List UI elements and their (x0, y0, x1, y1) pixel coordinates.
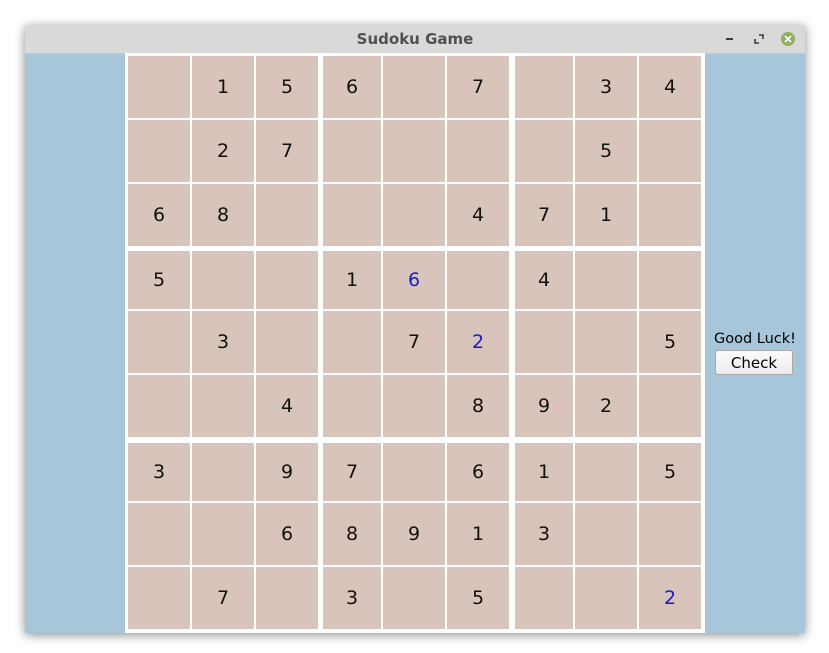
sudoku-cell[interactable]: 8 (192, 184, 254, 246)
sudoku-cell[interactable]: 4 (447, 184, 509, 246)
app-window: Sudoku Game 1567342756847151643725489239… (25, 25, 805, 633)
sudoku-cell[interactable]: 6 (256, 503, 318, 565)
sudoku-cell[interactable] (128, 120, 190, 182)
sudoku-cell[interactable]: 3 (192, 311, 254, 373)
sudoku-cell[interactable]: 7 (447, 56, 509, 118)
sudoku-cell[interactable]: 3 (515, 503, 573, 565)
sudoku-cell[interactable]: 9 (256, 443, 318, 501)
sudoku-cell[interactable] (323, 120, 381, 182)
sudoku-cell[interactable] (383, 443, 445, 501)
sudoku-cell[interactable] (575, 443, 637, 501)
sudoku-cell[interactable]: 3 (575, 56, 637, 118)
sudoku-cell[interactable]: 4 (639, 56, 701, 118)
sudoku-cell[interactable]: 7 (256, 120, 318, 182)
sudoku-cell[interactable] (192, 251, 254, 309)
sudoku-cell[interactable]: 7 (323, 443, 381, 501)
sudoku-cell[interactable]: 9 (383, 503, 445, 565)
sudoku-cell[interactable]: 7 (192, 567, 254, 629)
sudoku-cell[interactable] (383, 375, 445, 437)
sudoku-cell[interactable] (323, 311, 381, 373)
sudoku-cell[interactable]: 5 (639, 443, 701, 501)
sudoku-cell[interactable] (575, 311, 637, 373)
sudoku-cell[interactable]: 2 (575, 375, 637, 437)
maximize-icon (754, 34, 764, 44)
sudoku-cell[interactable]: 4 (515, 251, 573, 309)
close-icon (781, 32, 795, 46)
sudoku-cell[interactable] (639, 120, 701, 182)
sudoku-cell[interactable] (447, 120, 509, 182)
sudoku-cell[interactable] (575, 503, 637, 565)
sudoku-cell[interactable]: 6 (447, 443, 509, 501)
sudoku-cell[interactable] (323, 375, 381, 437)
sudoku-cell[interactable] (639, 375, 701, 437)
sudoku-cell[interactable] (192, 503, 254, 565)
sudoku-cell[interactable]: 1 (323, 251, 381, 309)
status-message: Good Luck! (714, 331, 796, 347)
check-button[interactable]: Check (715, 350, 793, 375)
sudoku-cell[interactable]: 1 (192, 56, 254, 118)
sudoku-cell[interactable]: 8 (323, 503, 381, 565)
close-button[interactable] (779, 30, 797, 48)
window-title: Sudoku Game (356, 30, 474, 48)
sudoku-cell[interactable] (383, 567, 445, 629)
sudoku-cell[interactable] (256, 567, 318, 629)
sudoku-cell[interactable] (323, 184, 381, 246)
sudoku-cell[interactable]: 7 (515, 184, 573, 246)
sudoku-cell[interactable]: 9 (515, 375, 573, 437)
sudoku-cell[interactable] (128, 56, 190, 118)
sudoku-cell[interactable] (575, 567, 637, 629)
sudoku-cell[interactable] (256, 184, 318, 246)
sudoku-cell[interactable] (515, 567, 573, 629)
sudoku-cell[interactable]: 1 (515, 443, 573, 501)
sudoku-cell[interactable] (192, 375, 254, 437)
title-bar: Sudoku Game (25, 25, 805, 54)
sudoku-cell[interactable]: 5 (256, 56, 318, 118)
sudoku-cell[interactable] (639, 251, 701, 309)
sudoku-cell[interactable] (383, 120, 445, 182)
sudoku-cell[interactable] (192, 443, 254, 501)
sudoku-cell[interactable]: 6 (383, 251, 445, 309)
sudoku-cell[interactable]: 5 (128, 251, 190, 309)
side-panel: Good Luck! Check (708, 330, 802, 375)
sudoku-cell[interactable] (128, 503, 190, 565)
sudoku-cell[interactable]: 1 (447, 503, 509, 565)
minimize-button[interactable] (720, 30, 738, 48)
sudoku-cell[interactable]: 2 (639, 567, 701, 629)
sudoku-cell[interactable] (639, 503, 701, 565)
minimize-icon (725, 38, 733, 40)
sudoku-cell[interactable]: 3 (323, 567, 381, 629)
sudoku-cell[interactable] (128, 375, 190, 437)
sudoku-cell[interactable]: 7 (383, 311, 445, 373)
sudoku-cell[interactable] (515, 56, 573, 118)
sudoku-cell[interactable] (515, 120, 573, 182)
sudoku-cell[interactable]: 5 (575, 120, 637, 182)
sudoku-cell[interactable]: 6 (128, 184, 190, 246)
sudoku-board: 1567342756847151643725489239761568913735… (125, 53, 705, 633)
sudoku-cell[interactable] (383, 184, 445, 246)
sudoku-cell[interactable] (515, 311, 573, 373)
sudoku-cell[interactable]: 1 (575, 184, 637, 246)
sudoku-cell[interactable] (447, 251, 509, 309)
sudoku-cell[interactable]: 2 (447, 311, 509, 373)
sudoku-cell[interactable] (383, 56, 445, 118)
sudoku-cell[interactable]: 5 (639, 311, 701, 373)
sudoku-cell[interactable] (575, 251, 637, 309)
sudoku-cell[interactable]: 4 (256, 375, 318, 437)
sudoku-cell[interactable] (639, 184, 701, 246)
sudoku-cell[interactable]: 3 (128, 443, 190, 501)
sudoku-cell[interactable] (128, 567, 190, 629)
sudoku-cell[interactable] (256, 311, 318, 373)
sudoku-cell[interactable]: 8 (447, 375, 509, 437)
maximize-button[interactable] (750, 30, 768, 48)
sudoku-cell[interactable] (256, 251, 318, 309)
sudoku-cell[interactable]: 5 (447, 567, 509, 629)
sudoku-cell[interactable]: 6 (323, 56, 381, 118)
sudoku-cell[interactable] (128, 311, 190, 373)
sudoku-cell[interactable]: 2 (192, 120, 254, 182)
